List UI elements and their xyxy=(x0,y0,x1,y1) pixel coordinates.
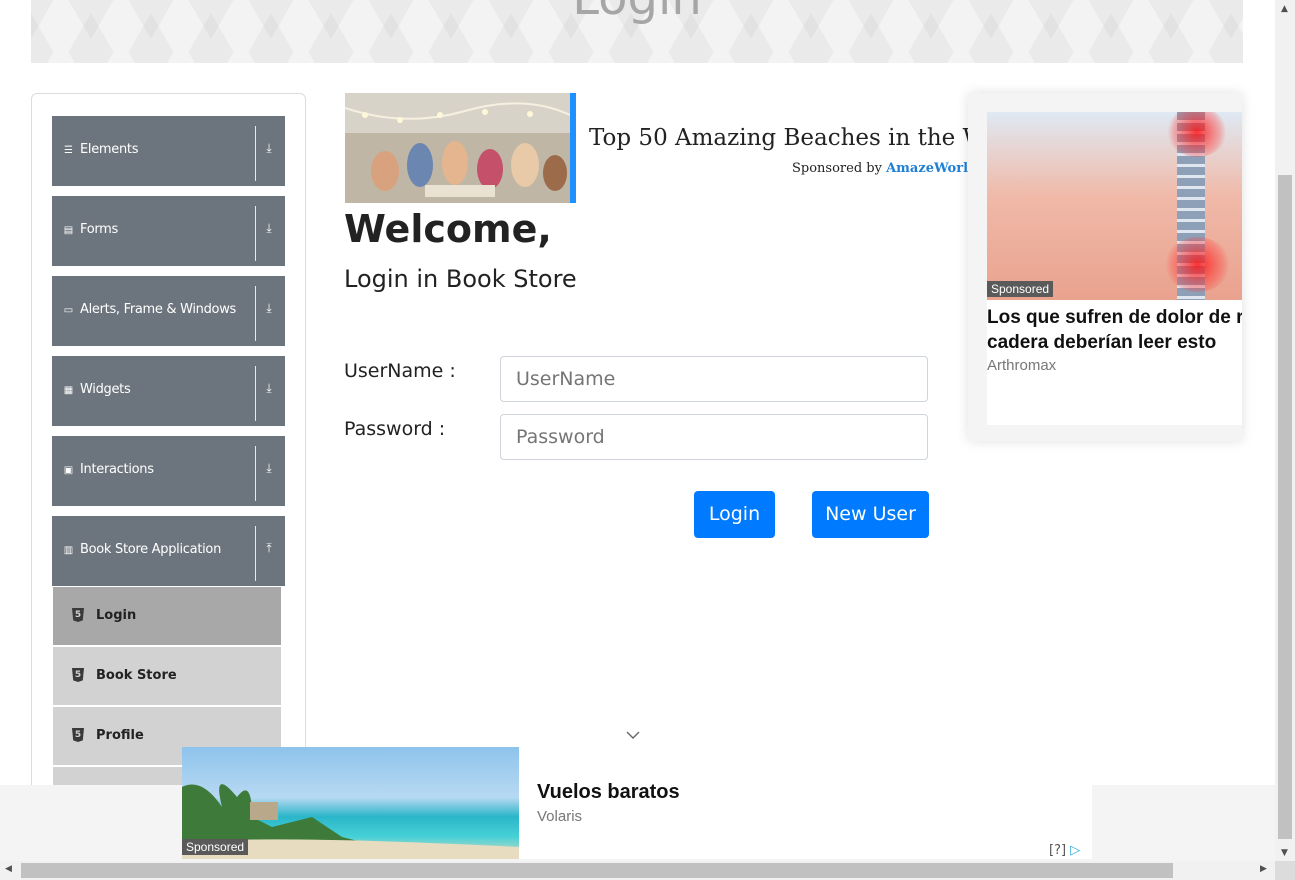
divider xyxy=(255,446,256,501)
form-icon: ▤ xyxy=(63,225,74,236)
sidebar-group-elements[interactable]: ☰ Elements ⤓ xyxy=(52,116,285,186)
ad-bottom-title[interactable]: Vuelos baratos xyxy=(537,781,680,804)
scroll-right-arrow-icon[interactable]: ▶ xyxy=(1260,864,1267,874)
divider xyxy=(255,366,256,421)
sidebar-item-label: Login xyxy=(96,608,137,623)
sidebar-item-book-store[interactable]: 5 Book Store xyxy=(53,647,281,706)
download-arrow-icon[interactable]: ⤓ xyxy=(262,461,276,476)
welcome-heading: Welcome, xyxy=(344,207,552,251)
download-arrow-icon[interactable]: ⤓ xyxy=(262,221,276,236)
ad-bottom[interactable]: Sponsored Vuelos baratos Volaris [?] ▷ xyxy=(182,747,1092,859)
interactions-icon: ▣ xyxy=(63,465,74,476)
window-icon: ▭ xyxy=(63,305,74,316)
scrollbar-corner xyxy=(1275,861,1295,880)
list-icon: ☰ xyxy=(64,145,73,156)
scroll-up-arrow-icon[interactable]: ▲ xyxy=(1281,4,1288,14)
sidebar-item-label: Profile xyxy=(96,728,144,743)
scroll-left-arrow-icon[interactable]: ◀ xyxy=(5,864,12,874)
divider xyxy=(255,526,256,581)
download-arrow-icon[interactable]: ⤓ xyxy=(262,301,276,316)
sidebar-group-interactions[interactable]: ▣ Interactions ⤓ xyxy=(52,436,285,506)
ad-info-text: [?] xyxy=(1049,843,1067,858)
sidebar-group-widgets[interactable]: ▦ Widgets ⤓ xyxy=(52,356,285,426)
horizontal-scroll-thumb[interactable] xyxy=(21,863,1173,878)
password-input[interactable] xyxy=(500,414,928,460)
upload-arrow-icon[interactable]: ⤒ xyxy=(262,541,276,556)
html5-icon: 5 xyxy=(72,608,84,622)
sponsored-by-label: Sponsored by xyxy=(792,161,882,176)
divider xyxy=(255,206,256,261)
download-arrow-icon[interactable]: ⤓ xyxy=(262,381,276,396)
vertical-scrollbar[interactable]: ▲ ▼ xyxy=(1275,0,1295,861)
pain-glow xyxy=(1165,237,1230,292)
sidebar-group-book-store[interactable]: ▥ Book Store Application ⤒ xyxy=(52,516,285,586)
ad-accent-bar xyxy=(570,93,576,203)
sidebar-group-label: Alerts, Frame & Windows xyxy=(80,302,237,317)
books-icon: ▥ xyxy=(63,545,74,556)
ad-bottom-source: Volaris xyxy=(537,808,583,825)
sidebar-group-label: Elements xyxy=(80,142,139,157)
sidebar-group-label: Book Store Application xyxy=(80,542,222,557)
page-title: Login xyxy=(31,0,1243,26)
widgets-icon: ▦ xyxy=(63,385,74,396)
ad-right-source: Arthromax xyxy=(987,357,1057,374)
ad-bottom-image: Sponsored xyxy=(182,747,519,859)
adchoices-icon[interactable]: ▷ xyxy=(1070,843,1080,858)
sidebar-group-label: Forms xyxy=(80,222,119,237)
chevron-down-icon[interactable] xyxy=(626,728,640,742)
sidebar-group-forms[interactable]: ▤ Forms ⤓ xyxy=(52,196,285,266)
sidebar-group-label: Widgets xyxy=(80,382,131,397)
username-label: UserName : xyxy=(344,360,456,382)
ad-beach-image[interactable] xyxy=(345,93,570,203)
ad-info-link[interactable]: [?] ▷ xyxy=(1049,843,1080,858)
sponsor-link[interactable]: AmazeWorld xyxy=(886,161,977,176)
ad-sponsor-line: Sponsored by AmazeWorld xyxy=(792,161,977,176)
sidebar-group-label: Interactions xyxy=(80,462,154,477)
sidebar-item-login[interactable]: 5 Login xyxy=(53,587,281,646)
sponsored-badge: Sponsored xyxy=(182,839,249,855)
sidebar-group-alerts[interactable]: ▭ Alerts, Frame & Windows ⤓ xyxy=(52,276,285,346)
beach-party-illustration xyxy=(345,93,570,203)
download-arrow-icon[interactable]: ⤓ xyxy=(262,141,276,156)
pain-glow xyxy=(1167,112,1227,157)
login-subtitle: Login in Book Store xyxy=(344,265,577,293)
ad-right-headline[interactable]: Los que sufren de dolor de rodilla o cad… xyxy=(987,305,1242,355)
ad-headline[interactable]: Top 50 Amazing Beaches in the World xyxy=(589,125,969,151)
sidebar-item-label: Book Store xyxy=(96,668,177,683)
sponsored-badge: Sponsored xyxy=(987,281,1054,297)
html5-icon: 5 xyxy=(72,668,84,682)
divider xyxy=(255,126,256,181)
new-user-button[interactable]: New User xyxy=(812,491,929,538)
vertical-scroll-thumb[interactable] xyxy=(1278,175,1292,839)
sidebar: ☰ Elements ⤓ ▤ Forms ⤓ ▭ Alerts, Frame &… xyxy=(31,93,306,815)
ad-right-headline-line1: Los que sufren de dolor de rodilla o xyxy=(987,307,1242,328)
username-input[interactable] xyxy=(500,356,928,402)
ad-back-pain-image xyxy=(987,112,1242,300)
html5-icon: 5 xyxy=(72,728,84,742)
divider xyxy=(255,286,256,341)
password-label: Password : xyxy=(344,418,446,440)
horizontal-scrollbar[interactable]: ◀ ▶ xyxy=(0,861,1275,880)
ad-right-headline-line2: cadera deberían leer esto xyxy=(987,332,1217,353)
scroll-down-arrow-icon[interactable]: ▼ xyxy=(1281,848,1288,858)
ad-right-panel[interactable]: Sponsored Los que sufren de dolor de rod… xyxy=(968,93,1242,441)
page-banner: Login xyxy=(31,0,1243,63)
login-button[interactable]: Login xyxy=(694,491,775,538)
